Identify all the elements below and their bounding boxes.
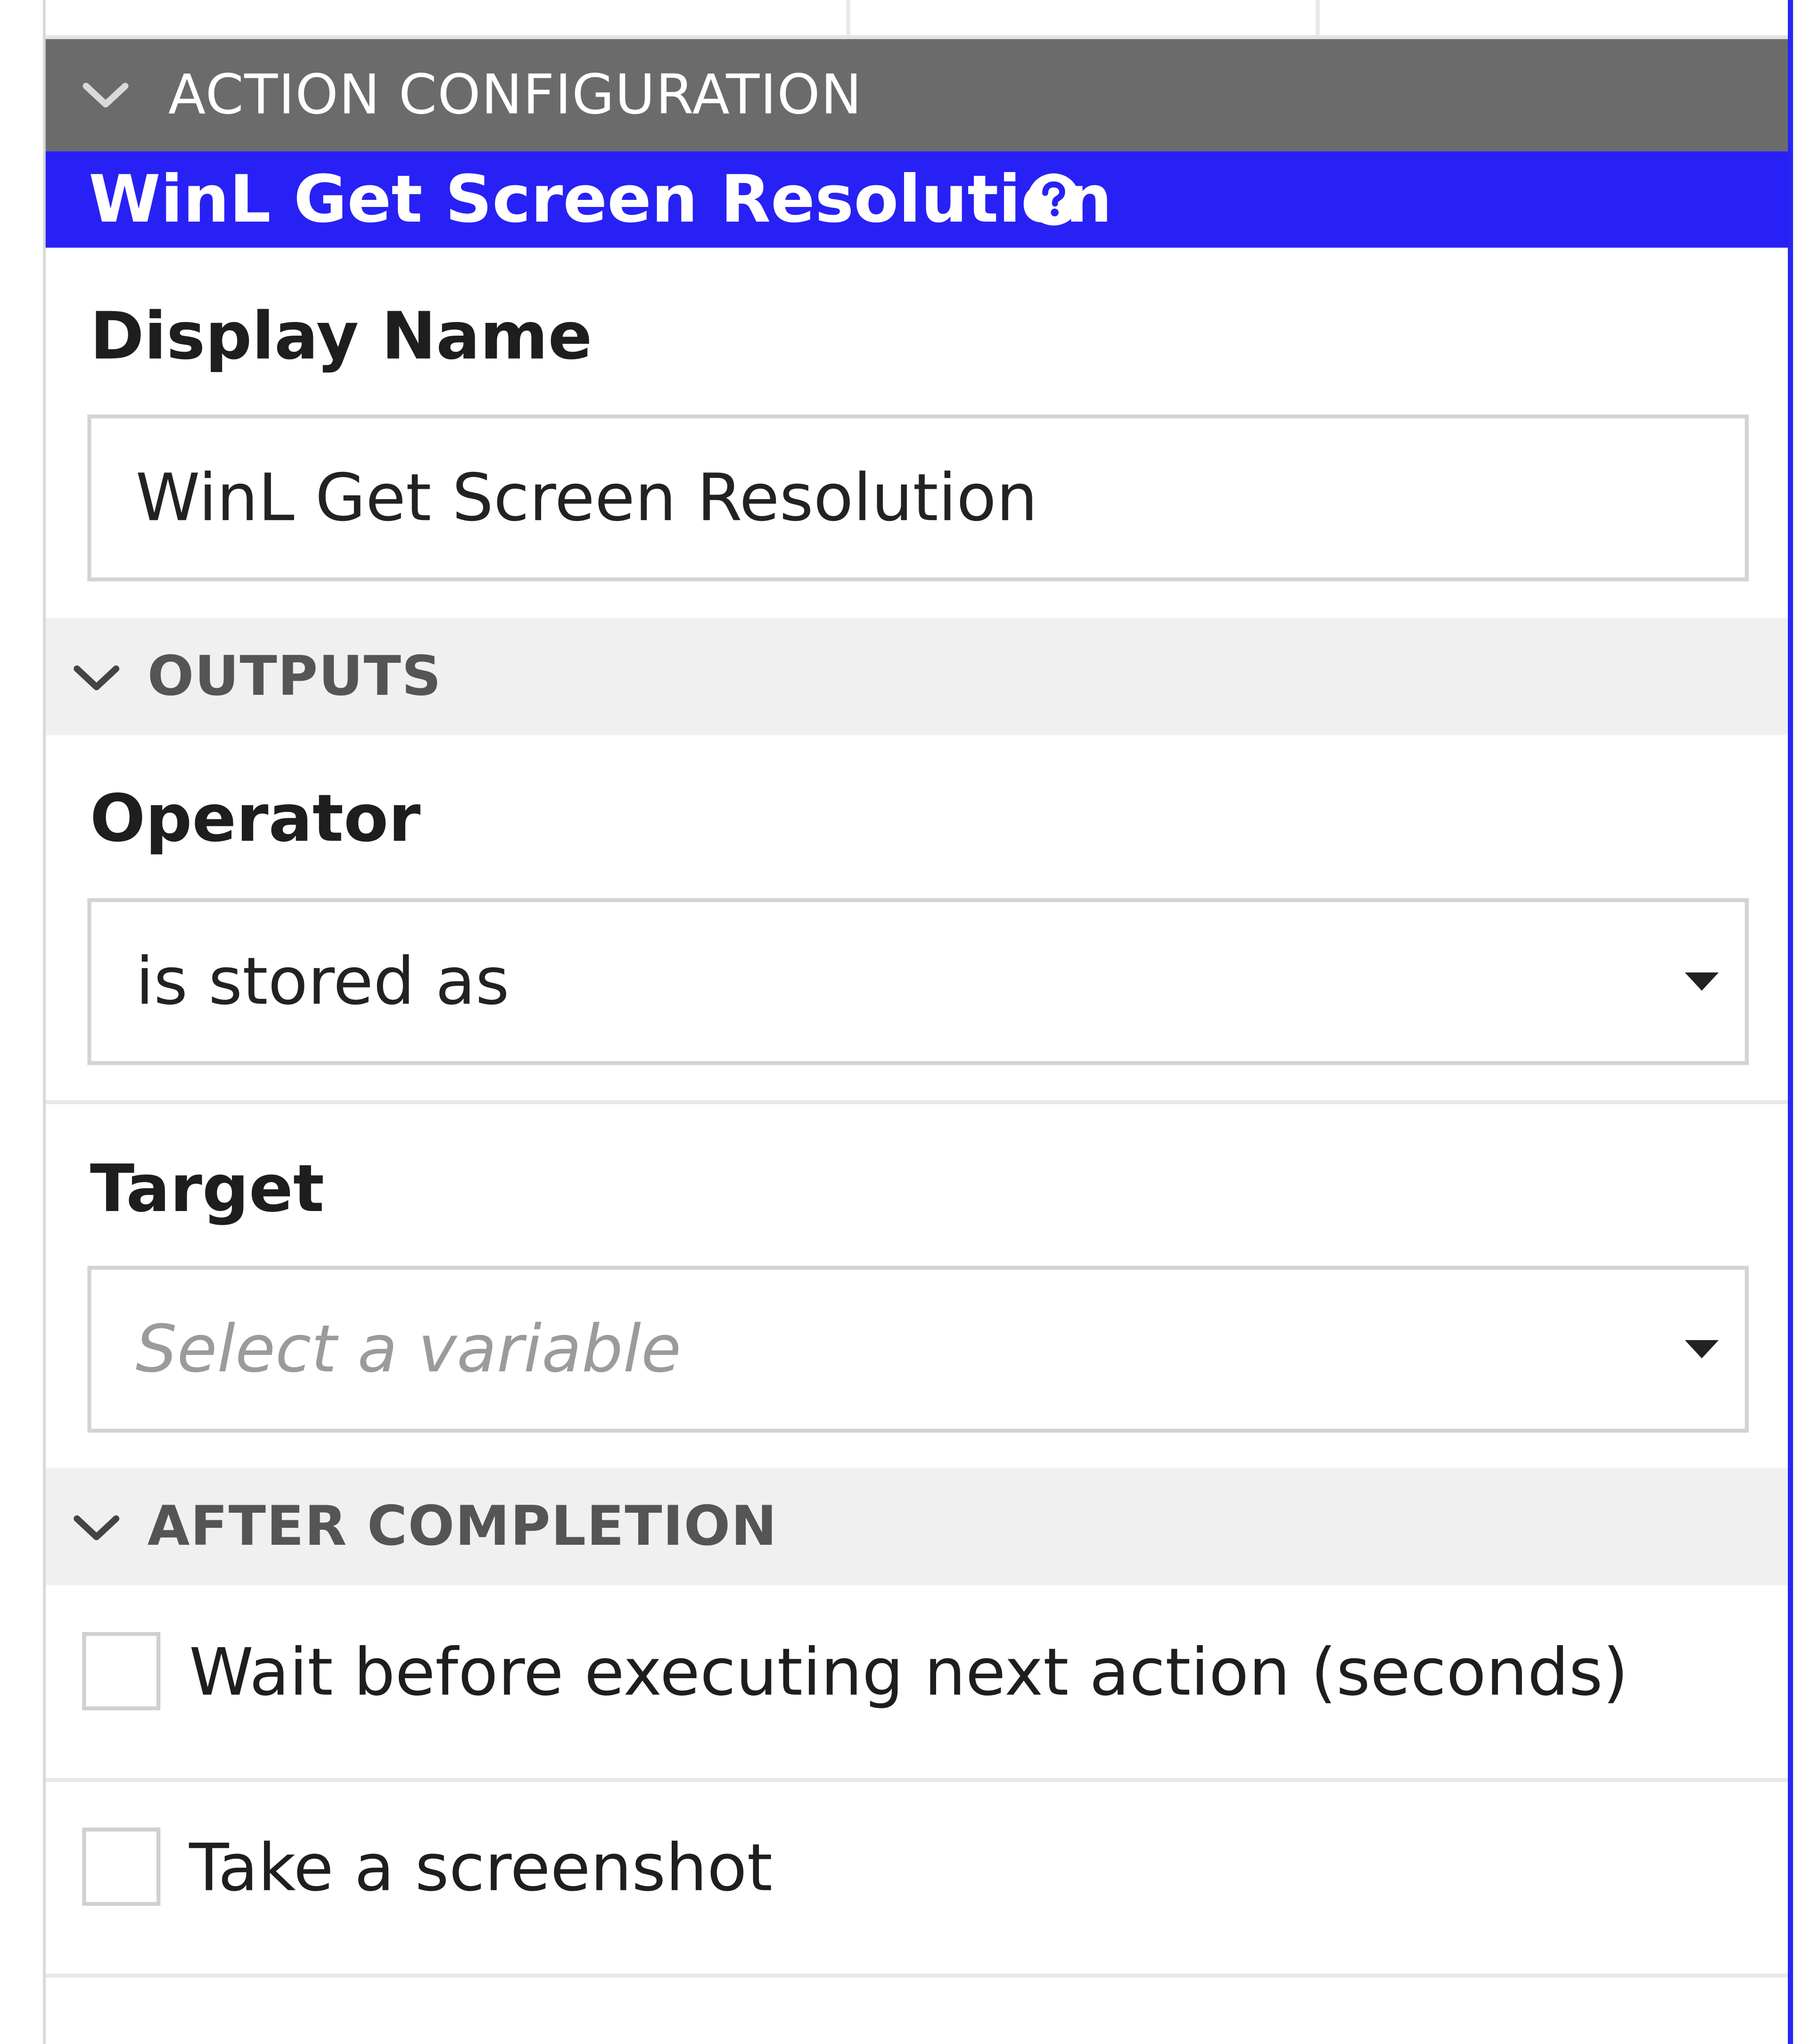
wait-option-row[interactable]: Wait before executing next action (secon… (46, 1588, 1791, 1757)
tab-strip (45, 0, 1791, 39)
section-title: ACTION CONFIGURATION (168, 62, 863, 127)
divider (45, 1100, 1791, 1104)
display-name-input[interactable] (87, 414, 1749, 582)
action-configuration-header[interactable]: ACTION CONFIGURATION (45, 39, 1791, 151)
target-label: Target (90, 1151, 324, 1227)
operator-label: Operator (90, 781, 421, 857)
tab-divider (846, 0, 850, 37)
chevron-down-icon (74, 665, 120, 691)
wait-label[interactable]: Wait before executing next action (secon… (189, 1588, 1628, 1757)
action-title: WinL Get Screen Resolution (89, 161, 1112, 238)
action-configuration-panel: ACTION CONFIGURATION WinL Get Screen Res… (43, 0, 1791, 2044)
after-completion-section-header[interactable]: AFTER COMPLETION (45, 1467, 1791, 1585)
caret-down-icon (1685, 972, 1719, 991)
target-select[interactable]: Select a variable (87, 1266, 1749, 1433)
wait-checkbox[interactable] (82, 1632, 161, 1711)
screen: ACTION CONFIGURATION WinL Get Screen Res… (0, 0, 1810, 2044)
section-title: AFTER COMPLETION (147, 1494, 778, 1558)
screenshot-checkbox[interactable] (82, 1827, 161, 1906)
caret-down-icon (1685, 1340, 1719, 1359)
question-circle-icon[interactable] (1026, 172, 1081, 227)
outputs-section-header[interactable]: OUTPUTS (45, 618, 1791, 735)
screenshot-label[interactable]: Take a screenshot (189, 1783, 773, 1953)
target-placeholder: Select a variable (135, 1311, 682, 1387)
screenshot-option-row[interactable]: Take a screenshot (46, 1783, 1791, 1953)
divider (45, 1973, 1791, 1978)
operator-select[interactable]: is stored as (87, 898, 1749, 1065)
chevron-down-icon (82, 82, 129, 108)
tab-divider (1316, 0, 1320, 37)
operator-value: is stored as (135, 944, 510, 1020)
display-name-label: Display Name (90, 298, 592, 374)
divider (45, 1778, 1791, 1782)
panel-right-border (1788, 0, 1794, 2044)
chevron-down-icon (74, 1515, 120, 1541)
section-title: OUTPUTS (147, 644, 442, 708)
action-title-bar: WinL Get Screen Resolution (45, 151, 1791, 248)
